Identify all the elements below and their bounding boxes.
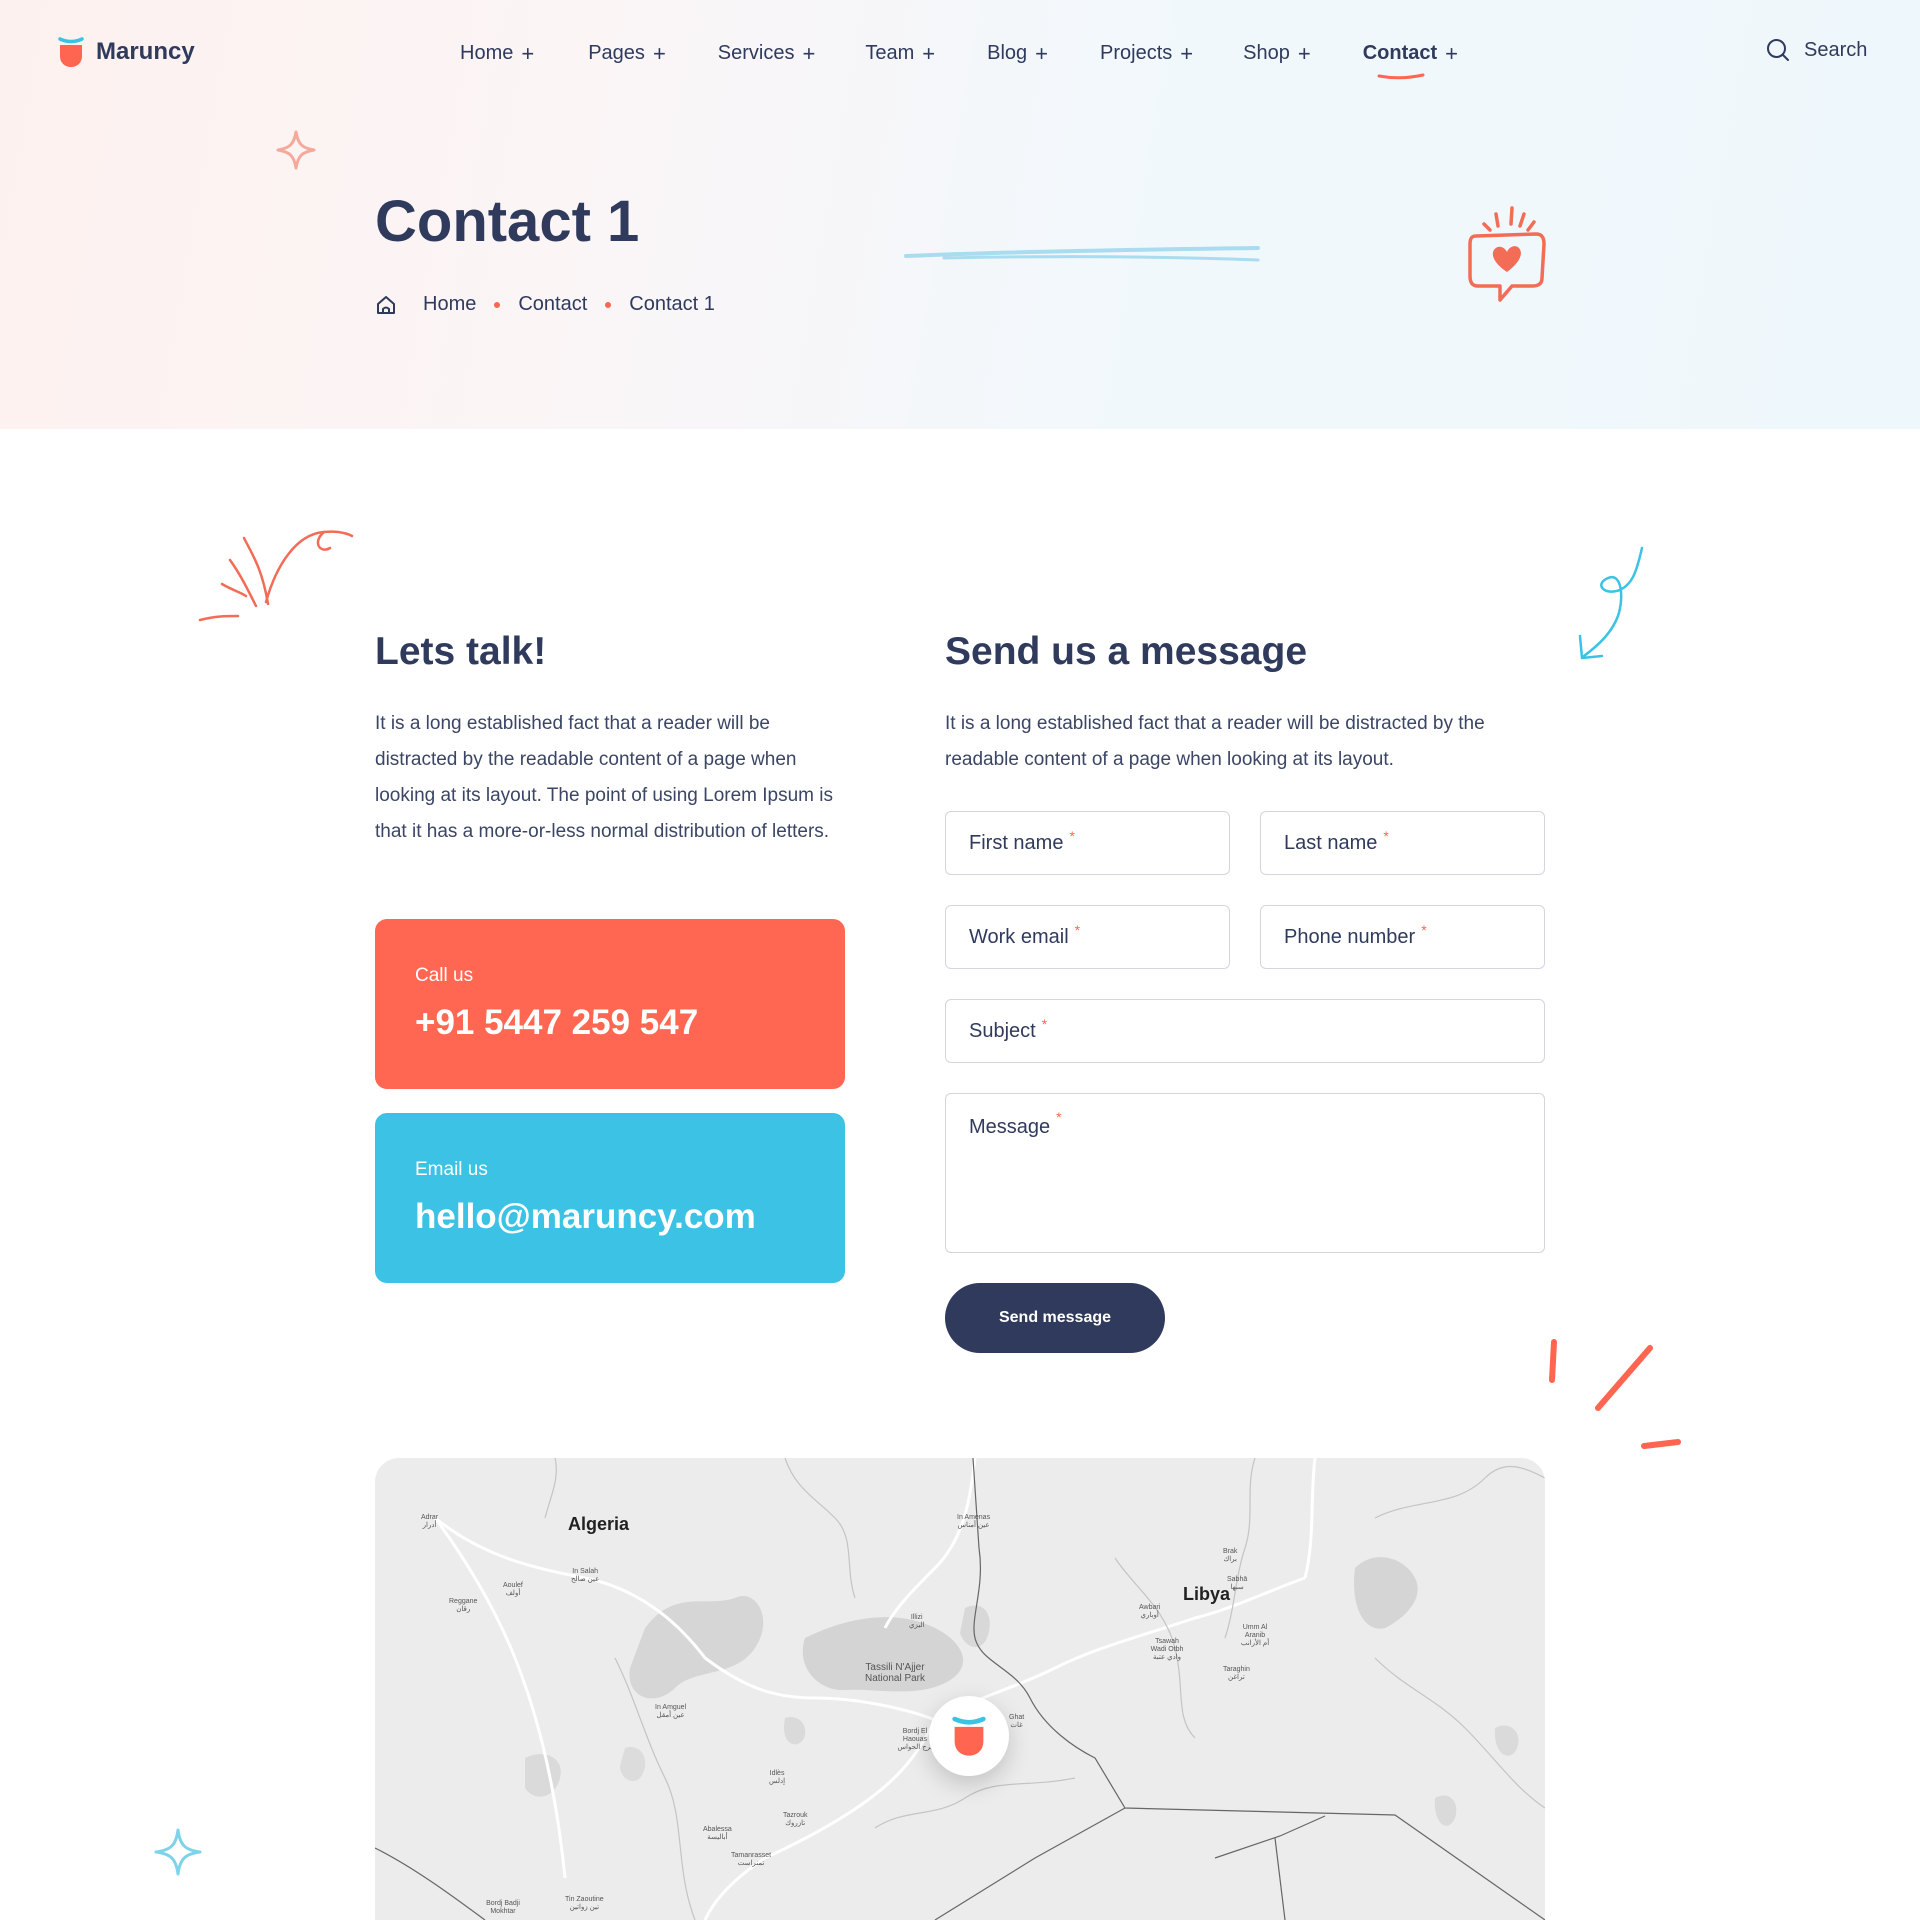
map-label-park: Tassili N'Ajjer National Park: [864, 1662, 926, 1684]
call-label: Call us: [415, 965, 474, 986]
breadcrumb-separator: [605, 301, 612, 308]
talk-heading: Lets talk!: [375, 630, 547, 673]
required-mark: *: [1074, 922, 1081, 938]
plus-icon: +: [922, 40, 936, 66]
nav-item-projects[interactable]: Projects +: [1100, 42, 1193, 65]
heart-chat-icon: [1468, 206, 1546, 302]
phone-number-field[interactable]: Phone number *: [1260, 905, 1545, 969]
curly-arrow-decoration: [1578, 546, 1644, 660]
map-label-town: Abalessa أباليسة: [703, 1826, 732, 1841]
first-name-field[interactable]: First name *: [945, 811, 1230, 875]
nav-item-pages[interactable]: Pages +: [588, 42, 666, 65]
search-icon: [1767, 39, 1789, 61]
page-title: Contact 1: [375, 189, 640, 254]
map-label-town: Idlès إدلس: [769, 1770, 786, 1785]
message-field[interactable]: Message *: [945, 1093, 1545, 1253]
talk-text: It is a long established fact that a rea…: [375, 713, 834, 842]
nav-item-contact[interactable]: Contact +: [1363, 40, 1459, 80]
plus-icon: +: [1445, 40, 1459, 66]
plus-icon: +: [1180, 40, 1194, 66]
breadcrumb-home[interactable]: Home: [423, 293, 476, 316]
required-mark: *: [1069, 828, 1075, 844]
dash-burst-decoration: [1549, 1339, 1681, 1449]
burst-scribble-decoration: [198, 530, 354, 622]
map-label-town: In Amguel عين أمقل: [655, 1704, 687, 1719]
logo-mark-icon: [58, 37, 84, 67]
search-button[interactable]: Search: [1766, 38, 1867, 62]
breadcrumb: Home Contact Contact 1: [375, 293, 715, 316]
plus-icon: +: [652, 40, 666, 66]
work-email-field[interactable]: Work email *: [945, 905, 1230, 969]
breadcrumb-contact[interactable]: Contact: [518, 293, 587, 316]
map-label-town: Illizi اليزي: [909, 1614, 925, 1629]
map-label-town: Bordj El Haouas برج الحواس: [897, 1728, 933, 1751]
map-label-town: Taraghin تراغن: [1223, 1666, 1250, 1681]
last-name-field[interactable]: Last name *: [1260, 811, 1545, 875]
plus-icon: +: [521, 40, 535, 66]
map-label-town: Adrar أدرار: [421, 1514, 439, 1529]
map-label-town: Awbari أوباري: [1139, 1604, 1161, 1619]
active-underline: [1377, 73, 1425, 80]
nav-item-team[interactable]: Team +: [865, 42, 935, 65]
map-label-town: In Amenas عين أمناس: [957, 1514, 991, 1529]
required-mark: *: [1056, 1109, 1062, 1125]
email-label: Email us: [415, 1159, 488, 1180]
map-label-town: Aoulef أولف: [503, 1582, 523, 1597]
plus-icon: +: [1035, 40, 1049, 66]
email-address[interactable]: hello@maruncy.com: [415, 1197, 805, 1237]
search-label: Search: [1804, 38, 1868, 61]
breadcrumb-separator: [494, 301, 501, 308]
nav-item-services[interactable]: Services +: [718, 42, 816, 65]
form-text: It is a long established fact that a rea…: [945, 713, 1485, 770]
email-card[interactable]: Email us hello@maruncy.com: [375, 1113, 845, 1283]
map-label-town: Brak براك: [1223, 1548, 1238, 1563]
map-label-town: Tazrouk تازروك: [783, 1812, 808, 1827]
map-location-pin[interactable]: [929, 1696, 1009, 1776]
logo[interactable]: Maruncy: [58, 36, 195, 68]
call-card[interactable]: Call us +91 5447 259 547: [375, 919, 845, 1089]
map-label-town: Tsawah Wadi Otbh وادي عتبة: [1150, 1638, 1184, 1661]
subject-field[interactable]: Subject *: [945, 999, 1545, 1063]
form-heading: Send us a message: [945, 630, 1308, 673]
map-label-country: Libya: [1183, 1584, 1231, 1604]
location-map[interactable]: Algeria Libya Tassili N'Ajjer National P…: [375, 1458, 1545, 1920]
breadcrumb-current: Contact 1: [629, 293, 715, 315]
plus-icon: +: [1297, 40, 1311, 66]
required-mark: *: [1383, 828, 1389, 844]
map-label-town: Sabhā سبها: [1227, 1576, 1248, 1591]
phone-number[interactable]: +91 5447 259 547: [415, 1003, 805, 1043]
required-mark: *: [1041, 1016, 1048, 1032]
map-label-town: Ghat غات: [1009, 1714, 1025, 1729]
map-label-town: Reggane رقان: [449, 1598, 478, 1613]
map-label-town: Tamanrasset تمنراست: [731, 1852, 772, 1867]
brand-name: Maruncy: [96, 38, 195, 65]
main-nav: Home + Pages + Services + Team + Blog + Proje…: [460, 40, 1459, 80]
map-label-town: Tin Zaoutine تين زواتين: [565, 1896, 604, 1911]
scribble-line-decoration: [904, 246, 1260, 262]
logo-mark-icon: [952, 1716, 986, 1756]
map-label-town: Bordj Badji Mokhtar: [486, 1900, 520, 1915]
map-label-town: Umm Al Aranib أم الأرانب: [1240, 1624, 1270, 1647]
home-icon[interactable]: [375, 294, 397, 316]
send-message-button[interactable]: Send message: [945, 1283, 1165, 1353]
sparkle-icon: [276, 130, 316, 170]
map-label-town: In Salah عين صالح: [571, 1568, 600, 1583]
nav-item-blog[interactable]: Blog +: [987, 42, 1048, 65]
plus-icon: +: [802, 40, 816, 66]
nav-item-shop[interactable]: Shop +: [1243, 42, 1311, 65]
nav-item-home[interactable]: Home +: [460, 42, 534, 65]
map-label-country: Algeria: [568, 1514, 630, 1534]
required-mark: *: [1421, 922, 1427, 938]
sparkle-icon: [154, 1828, 202, 1876]
